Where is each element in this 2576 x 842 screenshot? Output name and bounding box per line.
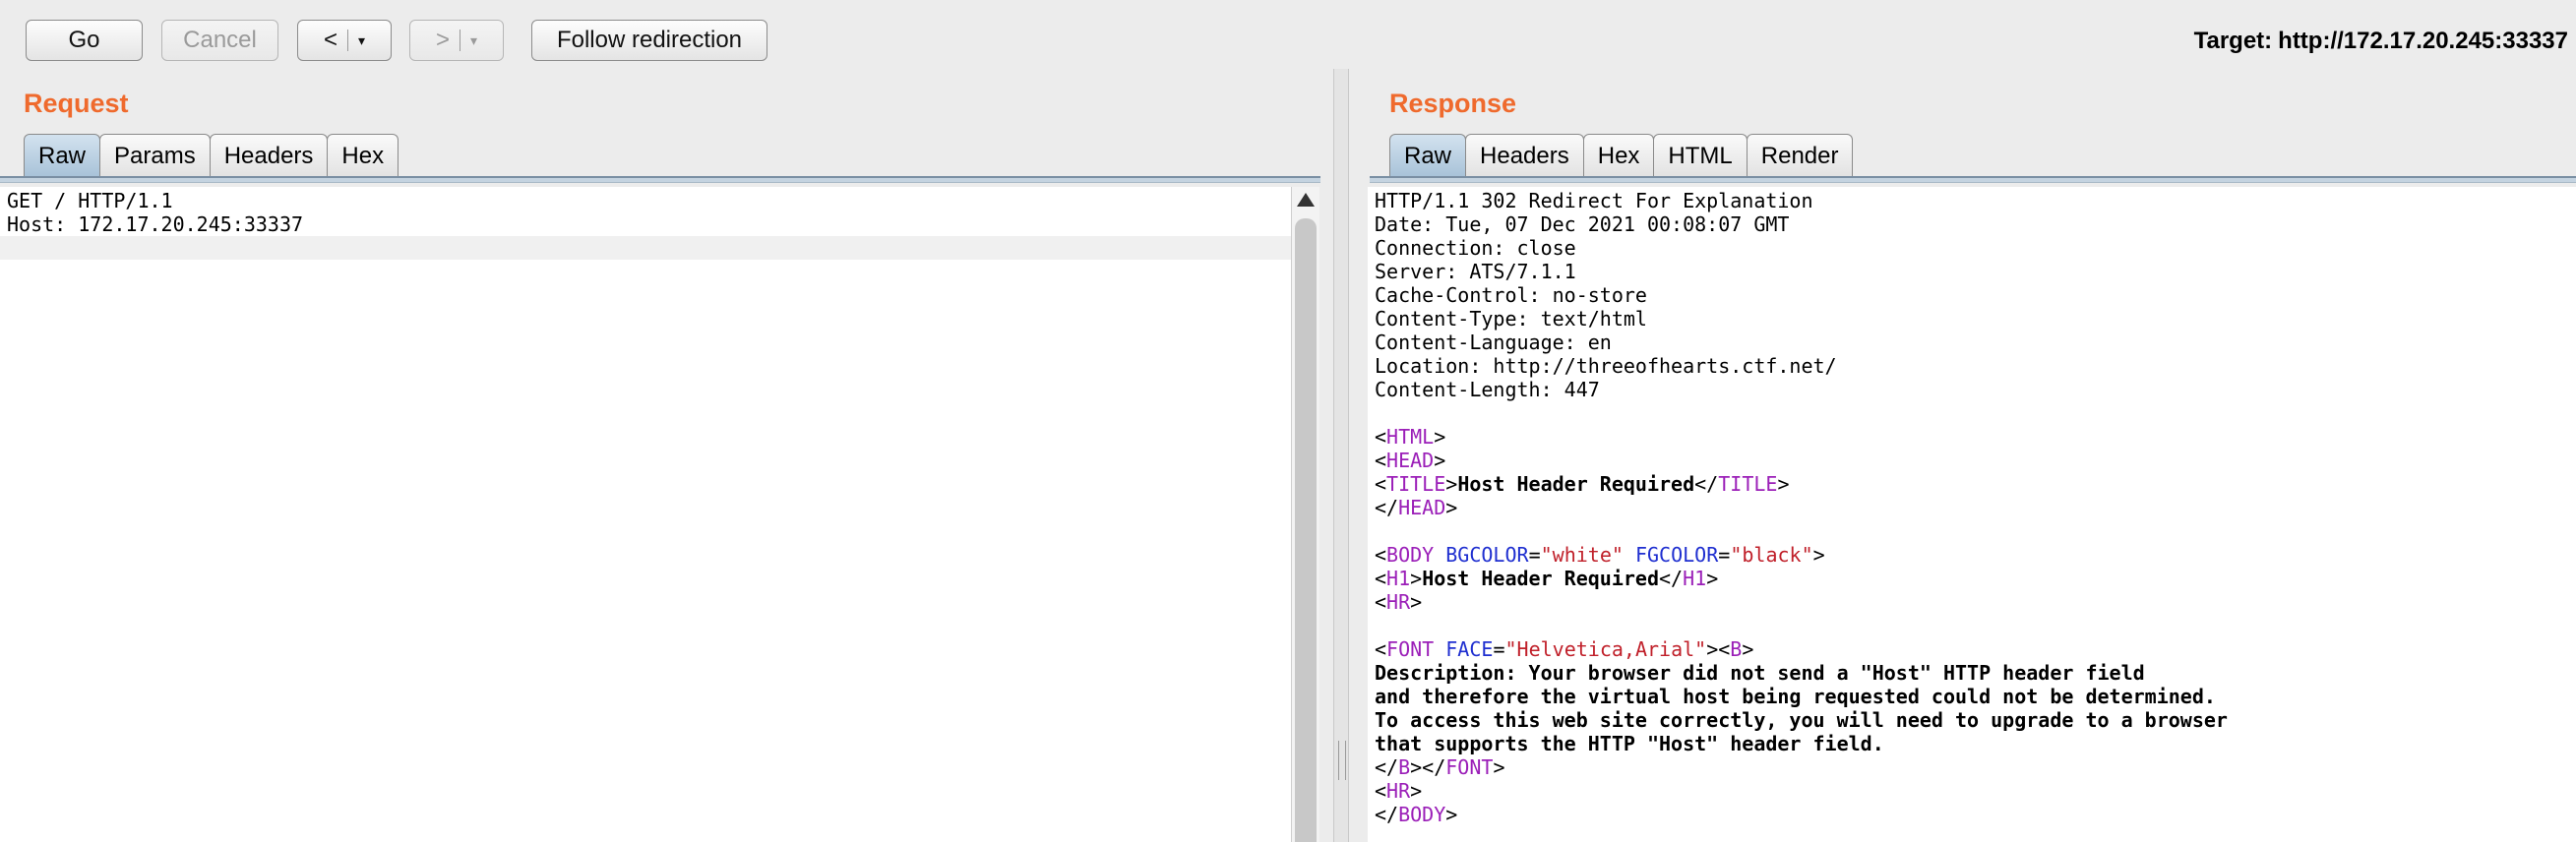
target-label: Target: xyxy=(2193,28,2273,54)
response-header-line: Cache-Control: no-store xyxy=(1375,283,1647,307)
forward-arrow-icon: > xyxy=(435,27,450,53)
request-tab-underline xyxy=(0,176,1320,183)
response-text: HTTP/1.1 302 Redirect For Explanation Da… xyxy=(1375,189,2228,826)
response-tab-html[interactable]: HTML xyxy=(1653,134,1748,177)
response-header-line: Content-Type: text/html xyxy=(1375,307,1647,331)
response-header-line: HTTP/1.1 302 Redirect For Explanation xyxy=(1375,189,1813,212)
back-arrow-icon: < xyxy=(323,27,337,53)
response-tab-headers[interactable]: Headers xyxy=(1465,134,1584,177)
description-line: Description: Your browser did not send a… xyxy=(1375,661,2145,685)
forward-button[interactable]: > ▾ xyxy=(409,20,504,61)
back-button[interactable]: < ▾ xyxy=(297,20,392,61)
request-tab-hex[interactable]: Hex xyxy=(327,134,399,177)
follow-redirection-button[interactable]: Follow redirection xyxy=(531,20,767,61)
go-button[interactable]: Go xyxy=(26,20,143,61)
target-value[interactable]: http://172.17.20.245:33337 xyxy=(2278,28,2568,54)
html-title-text: Host Header Required xyxy=(1457,472,1695,496)
html-h1-text: Host Header Required xyxy=(1422,567,1660,590)
response-header-line: Location: http://threeofhearts.ctf.net/ xyxy=(1375,354,1837,378)
request-tab-raw[interactable]: Raw xyxy=(24,134,101,177)
request-text: GET / HTTP/1.1 Host: 172.17.20.245:33337 xyxy=(0,187,1291,236)
response-tab-underline xyxy=(1370,176,2576,183)
description-line: and therefore the virtual host being req… xyxy=(1375,685,2216,708)
cancel-button[interactable]: Cancel xyxy=(161,20,278,61)
font-face-value: Helvetica,Arial xyxy=(1516,637,1695,661)
response-header-line: Server: ATS/7.1.1 xyxy=(1375,260,1576,283)
panel-splitter[interactable] xyxy=(1333,69,1349,842)
response-tab-raw[interactable]: Raw xyxy=(1389,134,1467,177)
response-title: Response xyxy=(1389,89,1517,118)
request-editor[interactable]: GET / HTTP/1.1 Host: 172.17.20.245:33337 xyxy=(0,187,1291,842)
request-tabs: Raw Params Headers Hex xyxy=(24,134,399,177)
bgcolor-value: white xyxy=(1552,543,1612,567)
response-editor[interactable]: HTTP/1.1 302 Redirect For Explanation Da… xyxy=(1368,187,2576,842)
back-dropdown-icon[interactable]: ▾ xyxy=(358,32,365,49)
splitter-grip-icon[interactable] xyxy=(1338,741,1346,780)
response-tabs: Raw Headers Hex HTML Render xyxy=(1389,134,1854,177)
request-title: Request xyxy=(24,89,129,118)
response-header-line: Date: Tue, 07 Dec 2021 00:08:07 GMT xyxy=(1375,212,1790,236)
target-display[interactable]: Target: http://172.17.20.245:33337 xyxy=(2194,28,2568,55)
description-line: To access this web site correctly, you w… xyxy=(1375,708,2228,732)
response-header-line: Connection: close xyxy=(1375,236,1576,260)
fgcolor-value: black xyxy=(1742,543,1802,567)
separator xyxy=(346,30,348,51)
response-tab-hex[interactable]: Hex xyxy=(1582,134,1655,177)
scrollbar-thumb[interactable] xyxy=(1295,218,1317,842)
forward-dropdown-icon[interactable]: ▾ xyxy=(470,32,477,49)
request-tab-headers[interactable]: Headers xyxy=(209,134,329,177)
request-scrollbar[interactable] xyxy=(1291,187,1319,842)
current-line-highlight xyxy=(0,236,1291,260)
request-line: Host: 172.17.20.245:33337 xyxy=(7,212,304,236)
response-header-line: Content-Language: en xyxy=(1375,331,1612,354)
response-tab-render[interactable]: Render xyxy=(1746,134,1854,177)
scroll-up-icon[interactable] xyxy=(1297,193,1315,207)
description-line: that supports the HTTP "Host" header fie… xyxy=(1375,732,1884,755)
response-header-line: Content-Length: 447 xyxy=(1375,378,1600,401)
request-tab-params[interactable]: Params xyxy=(99,134,211,177)
request-line: GET / HTTP/1.1 xyxy=(7,189,173,212)
